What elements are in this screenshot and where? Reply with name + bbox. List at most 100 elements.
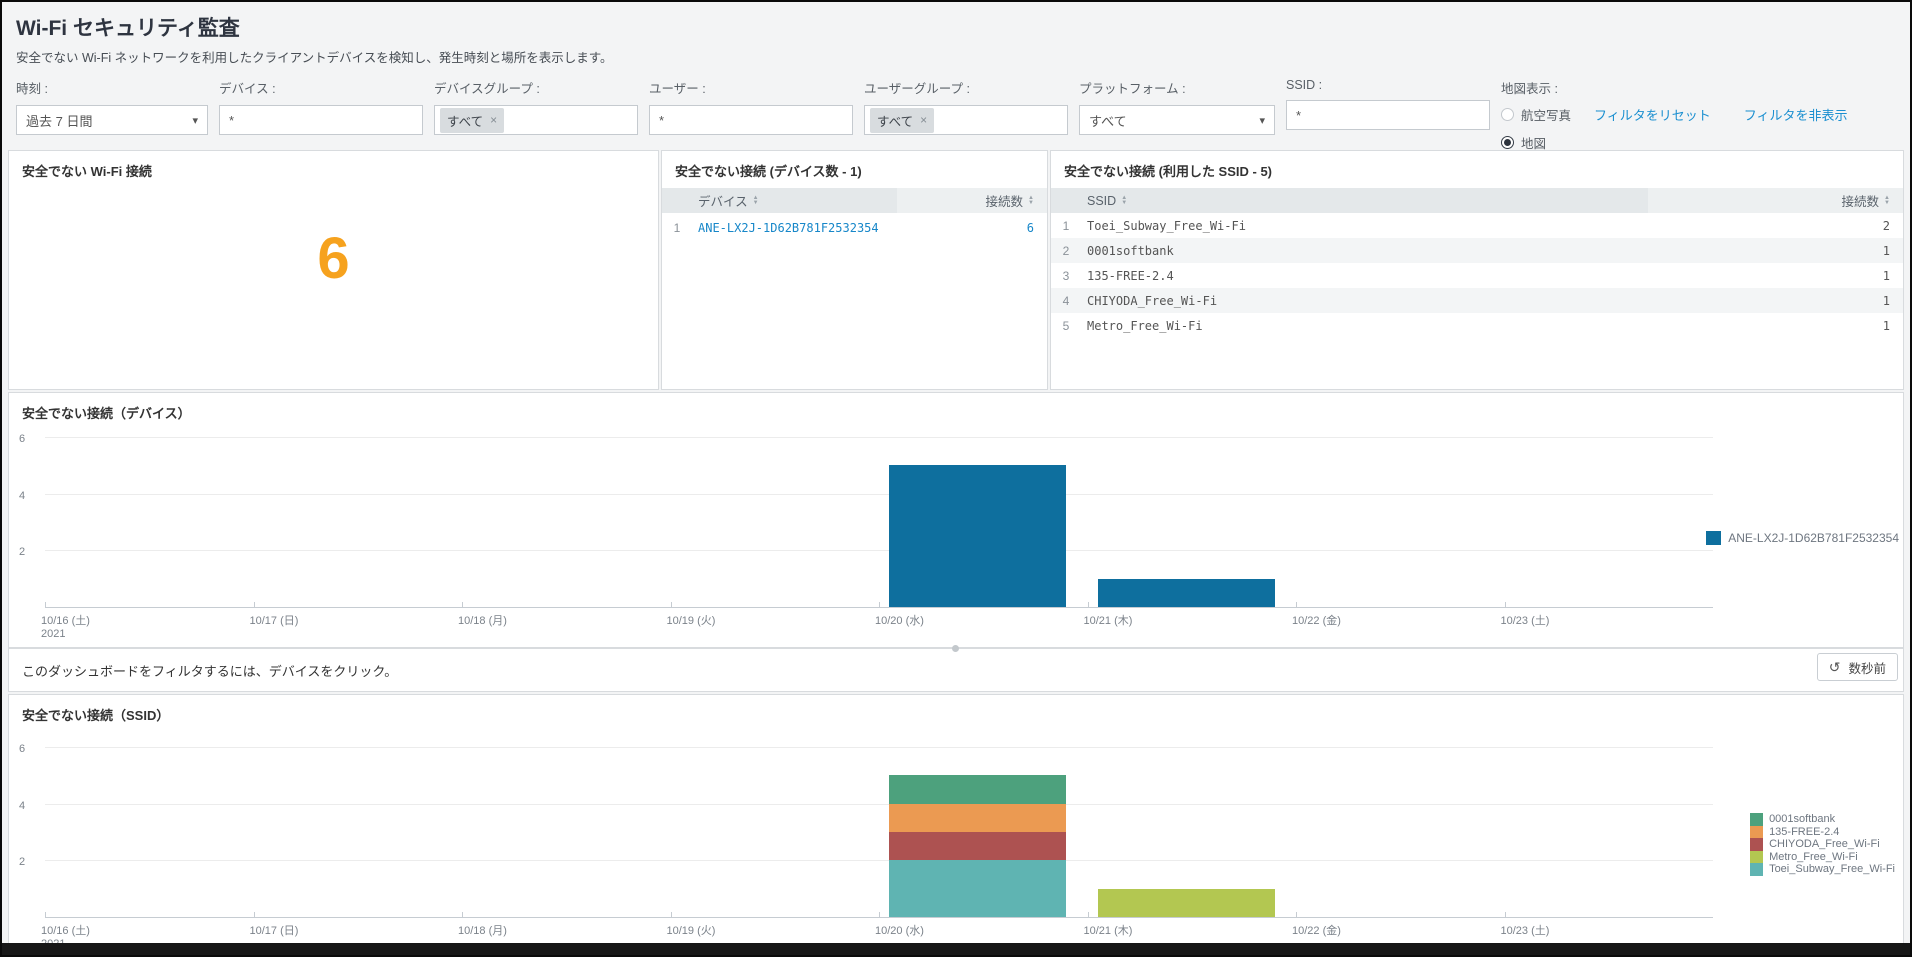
bar-10/20-135-FREE-2.4[interactable]: [889, 804, 1066, 832]
drag-handle-dot[interactable]: [952, 645, 959, 652]
user-filter-value: *: [659, 113, 664, 128]
device-group-filter-input[interactable]: すべて ×: [434, 105, 638, 135]
unsafe-connections-count[interactable]: 6: [9, 225, 658, 292]
hint-bar: このダッシュボードをフィルタするには、デバイスをクリック。 ↺ 数秒前: [8, 648, 1904, 692]
chart-legend: 0001softbank135-FREE-2.4CHIYODA_Free_Wi-…: [1750, 813, 1895, 876]
user-filter-input[interactable]: *: [649, 105, 853, 135]
legend-item[interactable]: 0001softbank: [1750, 813, 1895, 826]
x-axis-tick: [671, 912, 672, 918]
legend-label: Metro_Free_Wi-Fi: [1769, 851, 1858, 863]
legend-label: 0001softbank: [1769, 813, 1835, 825]
radio-aerial-photo[interactable]: [1501, 108, 1514, 121]
sort-icon[interactable]: ▲▼: [1884, 196, 1890, 206]
table-header: SSID ▲▼ 接続数 ▲▼: [1051, 188, 1903, 213]
device-group-tag-label: すべて: [447, 111, 483, 130]
remove-tag-icon[interactable]: ×: [920, 113, 927, 127]
chevron-down-icon: ▾: [1259, 114, 1265, 127]
x-axis-tick: [879, 912, 880, 918]
x-axis-tick: [462, 602, 463, 608]
bar-10/20-0001softbank[interactable]: [889, 775, 1066, 803]
sort-icon[interactable]: ▲▼: [1028, 196, 1034, 206]
column-header-ssid[interactable]: SSID ▲▼: [1081, 194, 1648, 208]
filter-map-display: 地図表示 : 航空写真 フィルタをリセット フィルタを非表示 地図: [1501, 78, 1848, 152]
user-group-filter-input[interactable]: すべて ×: [864, 105, 1068, 135]
device-count-link[interactable]: 6: [1027, 221, 1034, 235]
ssid-filter-input[interactable]: *: [1286, 100, 1490, 130]
x-axis-tick: [1088, 602, 1089, 608]
reset-filters-link[interactable]: フィルタをリセット: [1594, 105, 1711, 124]
legend-swatch: [1706, 531, 1721, 545]
map-display-label: 地図表示 :: [1501, 78, 1848, 97]
ssid-count: 1: [1648, 319, 1903, 333]
remove-tag-icon[interactable]: ×: [490, 113, 497, 127]
bar-10/21-Metro_Free_Wi-Fi[interactable]: [1098, 889, 1275, 917]
sort-icon[interactable]: ▲▼: [753, 196, 759, 206]
ssid-name: Metro_Free_Wi-Fi: [1081, 319, 1648, 333]
refresh-button[interactable]: ↺ 数秒前: [1817, 653, 1898, 681]
device-filter-label: デバイス :: [219, 78, 423, 97]
ssid-name: Toei_Subway_Free_Wi-Fi: [1081, 219, 1648, 233]
column-header-count[interactable]: 接続数 ▲▼: [1648, 188, 1903, 213]
panel-title: 安全でない接続 (利用した SSID - 5): [1051, 151, 1903, 186]
bar-10/21-ANE-LX2J-1D62B781F2532354[interactable]: [1098, 579, 1275, 607]
sort-icon[interactable]: ▲▼: [1121, 196, 1127, 206]
x-axis-tick: [254, 602, 255, 608]
device-filter-input[interactable]: *: [219, 105, 423, 135]
ssid-name: CHIYODA_Free_Wi-Fi: [1081, 294, 1648, 308]
platform-value: すべて: [1089, 111, 1127, 130]
x-axis-tick-label: 10/23 (土): [1501, 612, 1550, 628]
ssid-table-body: 1Toei_Subway_Free_Wi-Fi220001softbank131…: [1051, 213, 1903, 338]
gridline: [45, 437, 1713, 438]
ssid-filter-label: SSID :: [1286, 78, 1490, 92]
bar-10/20-ANE-LX2J-1D62B781F2532354[interactable]: [889, 465, 1066, 607]
chart-title: 安全でない接続（デバイス）: [9, 393, 1903, 428]
hide-filters-link[interactable]: フィルタを非表示: [1744, 105, 1848, 124]
ssid-stacked-bar-chart: 24610/16 (土)202110/17 (日)10/18 (月)10/19 …: [45, 748, 1713, 918]
filter-ssid: SSID : *: [1286, 78, 1490, 130]
chart-title: 安全でない接続（SSID）: [9, 695, 1903, 730]
table-header: デバイス ▲▼ 接続数 ▲▼: [662, 188, 1047, 213]
radio-aerial-photo-label: 航空写真: [1521, 105, 1571, 124]
legend-item[interactable]: ANE-LX2J-1D62B781F2532354: [1706, 531, 1899, 545]
x-axis-tick: [1505, 912, 1506, 918]
device-group-filter-label: デバイスグループ :: [434, 78, 638, 97]
column-header-device[interactable]: デバイス ▲▼: [692, 191, 897, 210]
dashboard-frame: Wi-Fi セキュリティ監査 安全でない Wi-Fi ネットワークを利用したクラ…: [0, 0, 1912, 957]
x-axis-tick-label: 10/19 (火): [667, 612, 716, 628]
panel-unsafe-connections-ssid-table: 安全でない接続 (利用した SSID - 5) SSID ▲▼ 接続数 ▲▼ 1…: [1050, 150, 1904, 390]
x-axis-tick-label: 10/18 (月): [458, 612, 507, 628]
legend-swatch: [1750, 863, 1763, 876]
ssid-name: 0001softbank: [1081, 244, 1648, 258]
filter-user-group: ユーザーグループ : すべて ×: [864, 78, 1068, 135]
device-link[interactable]: ANE-LX2J-1D62B781F2532354: [698, 221, 879, 235]
x-axis-tick: [1088, 912, 1089, 918]
bar-10/20-CHIYODA_Free_Wi-Fi[interactable]: [889, 832, 1066, 860]
legend-swatch: [1750, 826, 1763, 839]
y-axis-tick-label: 4: [19, 800, 39, 812]
time-range-select[interactable]: 過去 7 日間 ▾: [16, 105, 208, 135]
chart-legend: ANE-LX2J-1D62B781F2532354: [1706, 531, 1899, 545]
row-index: 3: [1051, 269, 1081, 283]
radio-map[interactable]: [1501, 136, 1514, 149]
legend-item[interactable]: 135-FREE-2.4: [1750, 826, 1895, 839]
ssid-count: 2: [1648, 219, 1903, 233]
legend-item[interactable]: Metro_Free_Wi-Fi: [1750, 851, 1895, 864]
gridline: [45, 494, 1713, 495]
row-index: 1: [1051, 219, 1081, 233]
legend-label: 135-FREE-2.4: [1769, 826, 1839, 838]
x-axis-tick: [671, 602, 672, 608]
refresh-icon: ↺: [1829, 659, 1841, 676]
legend-item[interactable]: CHIYODA_Free_Wi-Fi: [1750, 838, 1895, 851]
filter-user: ユーザー : *: [649, 78, 853, 135]
column-header-count[interactable]: 接続数 ▲▼: [897, 188, 1047, 213]
panel-chart-ssid: 安全でない接続（SSID） 24610/16 (土)202110/17 (日)1…: [8, 694, 1904, 944]
legend-item[interactable]: Toei_Subway_Free_Wi-Fi: [1750, 863, 1895, 876]
filter-device: デバイス : *: [219, 78, 423, 135]
bar-10/20-Toei_Subway_Free_Wi-Fi[interactable]: [889, 860, 1066, 917]
platform-select[interactable]: すべて ▾: [1079, 105, 1275, 135]
device-filter-value: *: [229, 113, 234, 128]
x-axis-tick: [1296, 602, 1297, 608]
time-filter-label: 時刻 :: [16, 78, 208, 97]
header-section: Wi-Fi セキュリティ監査 安全でない Wi-Fi ネットワークを利用したクラ…: [2, 2, 1910, 148]
legend-swatch: [1750, 813, 1763, 826]
